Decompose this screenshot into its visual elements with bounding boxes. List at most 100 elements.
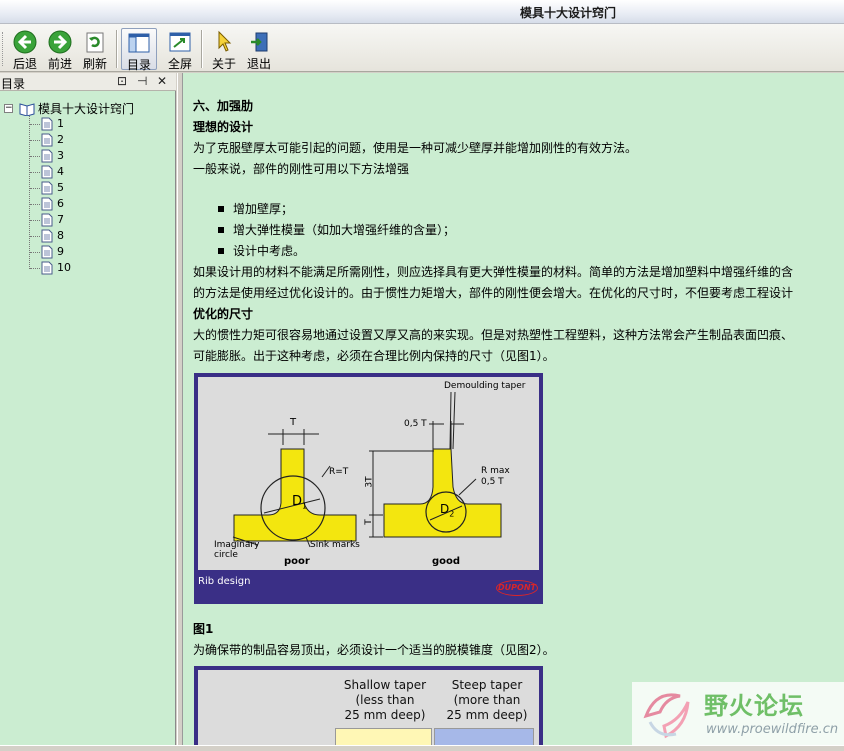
forward-button[interactable]: 前进 <box>42 28 78 71</box>
paragraph: 大的惯性力矩可很容易地通过设置又厚又高的来实现。但是对热塑性工程塑料，这种方法常… <box>193 328 794 342</box>
label-poor: poor <box>284 556 310 567</box>
back-label: 后退 <box>12 57 37 71</box>
tree-item-label: 3 <box>57 149 64 162</box>
collapse-icon[interactable]: − <box>4 104 13 113</box>
pane-menu-icon[interactable]: ⊡ <box>117 74 127 88</box>
title-bar: 模具十大设计窍门 <box>0 0 844 24</box>
col-shallow-taper: Shallow taper (less than 25 mm deep) <box>343 678 427 722</box>
paragraph: 可能膨胀。出于这种考虑，必须在合理比例内保持的尺寸（见图1）。 <box>193 349 555 363</box>
fullscreen-button[interactable]: 全屏 <box>162 28 198 71</box>
tree-item[interactable]: 7 <box>41 212 64 228</box>
page-icon <box>41 261 53 274</box>
tree-item[interactable]: 8 <box>41 228 64 244</box>
paragraph: 为了克服壁厚太可能引起的问题，使用是一种可减少壁厚并能增加刚性的有效方法。 <box>193 141 638 155</box>
exit-door-icon <box>251 32 268 52</box>
figure-1-diagram-area: Demoulding taper T 0,5 T R=T 3T T R max … <box>198 377 539 570</box>
page-icon <box>41 117 53 130</box>
toc-label: 目录 <box>126 58 151 72</box>
toc-pane: 目录 ⊡ ⊣ ✕ − 模具十大设计窍门 1 2 3 4 5 6 7 8 9 10 <box>0 73 176 745</box>
tree-item[interactable]: 5 <box>41 180 64 196</box>
tree-item-label: 1 <box>57 117 64 130</box>
tree-item-label: 9 <box>57 245 64 258</box>
article-view: 六、加强肋 理想的设计 为了克服壁厚太可能引起的问题，使用是一种可减少壁厚并能增… <box>182 73 844 745</box>
figure-2-diagram-area: Shallow taper (less than 25 mm deep) Steep… <box>198 670 539 745</box>
forward-arrow-icon <box>48 30 72 54</box>
page-icon <box>41 197 53 210</box>
toolbar-grip[interactable] <box>2 32 5 66</box>
label-demoulding-taper: Demoulding taper <box>444 381 526 391</box>
back-arrow-icon <box>13 30 37 54</box>
label-thickness-t: T <box>290 417 297 428</box>
tree-item-label: 4 <box>57 165 64 178</box>
tree-item[interactable]: 6 <box>41 196 64 212</box>
page-icon <box>41 181 53 194</box>
watermark-title: 野火论坛 <box>704 692 804 720</box>
cell-steep <box>434 728 534 745</box>
label-circle: circle <box>214 550 238 560</box>
tree-item[interactable]: 9 <box>41 244 64 260</box>
label-t-side: T <box>363 519 374 525</box>
label-radius-eq-t: R=T <box>329 467 349 477</box>
label-imaginary: Imaginary <box>214 540 260 550</box>
tree-item-label: 8 <box>57 229 64 242</box>
tree-connector <box>30 124 40 125</box>
tree-connector <box>30 156 40 157</box>
tree-item[interactable]: 10 <box>41 260 71 276</box>
bullet-marker <box>218 248 224 254</box>
bullet-item: 增加壁厚； <box>233 202 294 216</box>
figure-2-taper-table: Shallow taper (less than 25 mm deep) Steep… <box>194 666 543 745</box>
tree-connector <box>29 109 30 269</box>
exit-button[interactable]: 退出 <box>241 28 277 71</box>
about-label: 关于 <box>211 57 236 71</box>
refresh-label: 刷新 <box>82 57 107 71</box>
fullscreen-label: 全屏 <box>167 57 192 71</box>
tree-item[interactable]: 3 <box>41 148 64 164</box>
tree-connector <box>30 220 40 221</box>
tree-item[interactable]: 4 <box>41 164 64 180</box>
toc-button[interactable]: 目录 <box>121 28 157 72</box>
page-icon <box>41 213 53 226</box>
bullet-item: 增大弹性模量（如加大增强纤维的含量）； <box>233 223 456 237</box>
tree-connector <box>30 268 40 269</box>
figure-1-footer: Rib design <box>198 576 251 587</box>
back-button[interactable]: 后退 <box>7 28 43 71</box>
tree-item-label: 7 <box>57 213 64 226</box>
label-d1: D1 <box>292 494 308 511</box>
toolbar-separator <box>201 30 203 68</box>
tree-connector <box>30 140 40 141</box>
tree-item[interactable]: 1 <box>41 116 64 132</box>
tree-item-label: 6 <box>57 197 64 210</box>
about-button[interactable]: 关于 <box>206 28 242 71</box>
bullet-marker <box>218 206 224 212</box>
fullscreen-icon <box>169 32 191 52</box>
tree-connector <box>30 236 40 237</box>
toolbar-separator <box>116 30 118 68</box>
close-icon[interactable]: ✕ <box>157 74 167 88</box>
exit-label: 退出 <box>246 57 271 71</box>
page-icon <box>41 133 53 146</box>
tree-item-label: 5 <box>57 181 64 194</box>
page-icon <box>41 165 53 178</box>
subheading-optimal-size: 优化的尺寸 <box>193 307 254 321</box>
dupont-logo: DUPONT <box>496 580 538 596</box>
tree-item-label: 10 <box>57 261 71 274</box>
forum-logo-icon <box>643 693 690 739</box>
section-heading: 六、加强肋 <box>193 99 254 113</box>
label-d2: D2 <box>440 502 455 519</box>
pin-icon[interactable]: ⊣ <box>137 74 147 88</box>
tree-connector <box>30 172 40 173</box>
refresh-button[interactable]: 刷新 <box>77 28 113 71</box>
bullet-marker <box>218 227 224 233</box>
paragraph: 一般来说，部件的刚性可用以下方法增强 <box>193 162 410 176</box>
cell-shallow <box>335 728 432 745</box>
toolbar: 后退 前进 刷新 目录 全屏 关于 退出 <box>0 24 844 72</box>
tree-item[interactable]: 2 <box>41 132 64 148</box>
paragraph: 的方法是使用经过优化设计的。由于惯性力矩增大，部件的刚性便会增大。在优化的尺寸时… <box>193 286 794 300</box>
label-r-max-value: 0,5 T <box>481 477 504 487</box>
tree-root-node[interactable]: − 模具十大设计窍门 <box>4 100 134 117</box>
tree-item-label: 2 <box>57 133 64 146</box>
watermark-url: www.proewildfire.cn <box>706 722 839 737</box>
label-r-max: R max <box>481 466 510 476</box>
label-half-t: 0,5 T <box>404 419 427 429</box>
forward-label: 前进 <box>47 57 72 71</box>
